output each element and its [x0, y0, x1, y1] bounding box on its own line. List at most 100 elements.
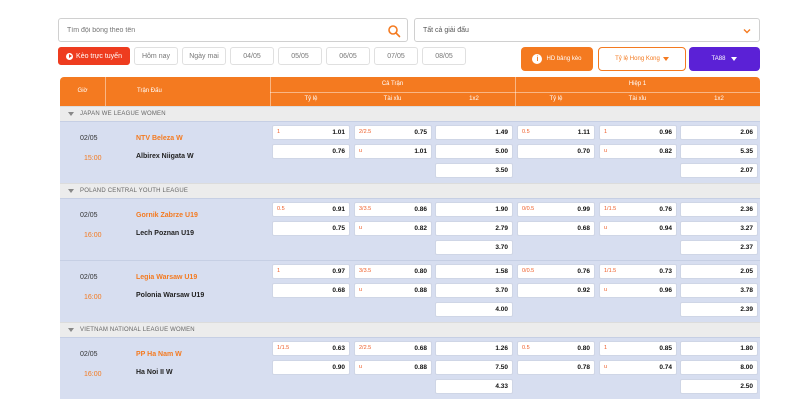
odds-cell-1x2[interactable]: 1.58 [435, 264, 513, 279]
league-select[interactable]: Tất cả giải đấu [414, 18, 760, 42]
odds-cell-1x2[interactable]: 2.36 [680, 202, 758, 217]
home-team[interactable]: Gornik Zabrze U19 [136, 212, 198, 219]
search-input[interactable] [59, 19, 407, 41]
match-time: 15:00 [84, 155, 102, 162]
odds-cell-1x2[interactable]: 1.26 [435, 341, 513, 356]
match-row: 02/05 15:00 NTV Beleza W Albirex Niigata W 1… [60, 121, 760, 183]
odds-cell[interactable]: 1/1.5 0.73 [599, 264, 677, 279]
odds-cell-1x2[interactable]: 3.27 [680, 221, 758, 236]
away-team[interactable]: Polonia Warsaw U19 [136, 292, 204, 299]
odds-cell[interactable]: 3/3.5 0.86 [354, 202, 432, 217]
odds-cell-1x2[interactable]: 2.79 [435, 221, 513, 236]
home-team[interactable]: Legia Warsaw U19 [136, 274, 197, 281]
odds-cell[interactable]: u 0.82 [599, 144, 677, 159]
odds-cell[interactable]: u 0.82 [354, 221, 432, 236]
live-odds-label: Kèo trực tuyến [76, 52, 122, 60]
odds-value: 0.91 [332, 206, 345, 213]
league-header[interactable]: POLAND CENTRAL YOUTH LEAGUE [60, 183, 760, 198]
odds-cell-1x2[interactable]: 5.35 [680, 144, 758, 159]
away-team[interactable]: Albirex Niigata W [136, 153, 194, 160]
odds-cell[interactable]: 1 0.96 [599, 125, 677, 140]
odds-cell-1x2[interactable]: 2.05 [680, 264, 758, 279]
date-tab[interactable]: 07/05 [374, 47, 418, 65]
date-tab[interactable]: 04/05 [230, 47, 274, 65]
date-tab-tomorrow[interactable]: Ngày mai [182, 47, 226, 65]
match-date: 02/05 [80, 274, 98, 281]
odds-cell[interactable]: 0.75 [272, 221, 350, 236]
odds-cell-1x2[interactable]: 2.07 [680, 163, 758, 178]
odds-cell-1x2[interactable]: 1.90 [435, 202, 513, 217]
odds-cell-1x2[interactable]: 2.37 [680, 240, 758, 255]
odds-guide-button[interactable]: i HD bảng kèo [521, 47, 593, 71]
odds-cell[interactable]: 0.76 [272, 144, 350, 159]
odds-cell[interactable]: 0/0.5 0.76 [517, 264, 595, 279]
league-header[interactable]: JAPAN WE LEAGUE WOMEN [60, 106, 760, 121]
odds-cell-1x2[interactable]: 2.39 [680, 302, 758, 317]
brand-select[interactable]: TA88 [689, 47, 760, 71]
odds-value: 0.68 [577, 225, 590, 232]
odds-line: u [359, 148, 363, 154]
odds-cell-1x2[interactable]: 4.33 [435, 379, 513, 394]
odds-cell[interactable]: u 0.88 [354, 283, 432, 298]
odds-cell[interactable]: 0.70 [517, 144, 595, 159]
odds-value: 3.50 [495, 167, 508, 174]
odds-cell-1x2[interactable]: 3.50 [435, 163, 513, 178]
odds-cell[interactable]: 0.5 0.91 [272, 202, 350, 217]
odds-cell[interactable]: u 1.01 [354, 144, 432, 159]
odds-cell[interactable]: u 0.96 [599, 283, 677, 298]
odds-cell-1x2[interactable]: 3.78 [680, 283, 758, 298]
search-box[interactable] [58, 18, 408, 42]
odds-cell-1x2[interactable]: 3.70 [435, 283, 513, 298]
odds-line: u [604, 225, 608, 231]
odds-cell-1x2[interactable]: 4.00 [435, 302, 513, 317]
live-odds-tab[interactable]: Kèo trực tuyến [58, 47, 130, 65]
odds-format-select[interactable]: Tỷ lệ Hong Kong [598, 47, 686, 71]
search-icon[interactable] [387, 24, 401, 38]
odds-cell[interactable]: u 0.88 [354, 360, 432, 375]
odds-cell[interactable]: 3/3.5 0.80 [354, 264, 432, 279]
odds-cell[interactable]: u 0.74 [599, 360, 677, 375]
odds-guide-label: HD bảng kèo [546, 56, 582, 62]
odds-cell-1x2[interactable]: 3.70 [435, 240, 513, 255]
odds-cell-1x2[interactable]: 1.49 [435, 125, 513, 140]
date-tab[interactable]: 06/05 [326, 47, 370, 65]
odds-cell-1x2[interactable]: 2.50 [680, 379, 758, 394]
odds-value: 0.80 [414, 268, 427, 275]
odds-value: 0.76 [577, 268, 590, 275]
odds-line: 1/1.5 [604, 268, 617, 274]
odds-value: 0.73 [659, 268, 672, 275]
odds-value: 2.06 [740, 129, 753, 136]
odds-cell-1x2[interactable]: 8.00 [680, 360, 758, 375]
away-team[interactable]: Ha Noi II W [136, 369, 173, 376]
odds-cell[interactable]: 0.5 1.11 [517, 125, 595, 140]
date-tab[interactable]: 08/05 [422, 47, 466, 65]
league-header[interactable]: VIETNAM NATIONAL LEAGUE WOMEN [60, 322, 760, 337]
odds-cell[interactable]: 1 0.97 [272, 264, 350, 279]
odds-cell-1x2[interactable]: 1.80 [680, 341, 758, 356]
away-team[interactable]: Lech Poznan U19 [136, 230, 194, 237]
odds-cell[interactable]: u 0.94 [599, 221, 677, 236]
odds-line: 1/1.5 [604, 206, 617, 212]
odds-cell[interactable]: 1 0.85 [599, 341, 677, 356]
odds-cell-1x2[interactable]: 5.00 [435, 144, 513, 159]
odds-cell-1x2[interactable]: 2.06 [680, 125, 758, 140]
odds-cell[interactable]: 1/1.5 0.63 [272, 341, 350, 356]
odds-cell-1x2[interactable]: 7.50 [435, 360, 513, 375]
date-tab-today[interactable]: Hôm nay [134, 47, 178, 65]
odds-cell[interactable]: 2/2.5 0.68 [354, 341, 432, 356]
odds-cell[interactable]: 0.90 [272, 360, 350, 375]
odds-value: 3.78 [740, 287, 753, 294]
odds-cell[interactable]: 0.68 [517, 221, 595, 236]
home-team[interactable]: NTV Beleza W [136, 135, 183, 142]
odds-cell[interactable]: 0.68 [272, 283, 350, 298]
date-tab[interactable]: 05/05 [278, 47, 322, 65]
home-team[interactable]: PP Ha Nam W [136, 351, 182, 358]
odds-cell[interactable]: 0.92 [517, 283, 595, 298]
odds-cell[interactable]: 0.78 [517, 360, 595, 375]
odds-cell[interactable]: 0.5 0.80 [517, 341, 595, 356]
odds-value: 0.97 [332, 268, 345, 275]
odds-cell[interactable]: 1 1.01 [272, 125, 350, 140]
odds-cell[interactable]: 0/0.5 0.99 [517, 202, 595, 217]
odds-cell[interactable]: 2/2.5 0.75 [354, 125, 432, 140]
odds-cell[interactable]: 1/1.5 0.76 [599, 202, 677, 217]
